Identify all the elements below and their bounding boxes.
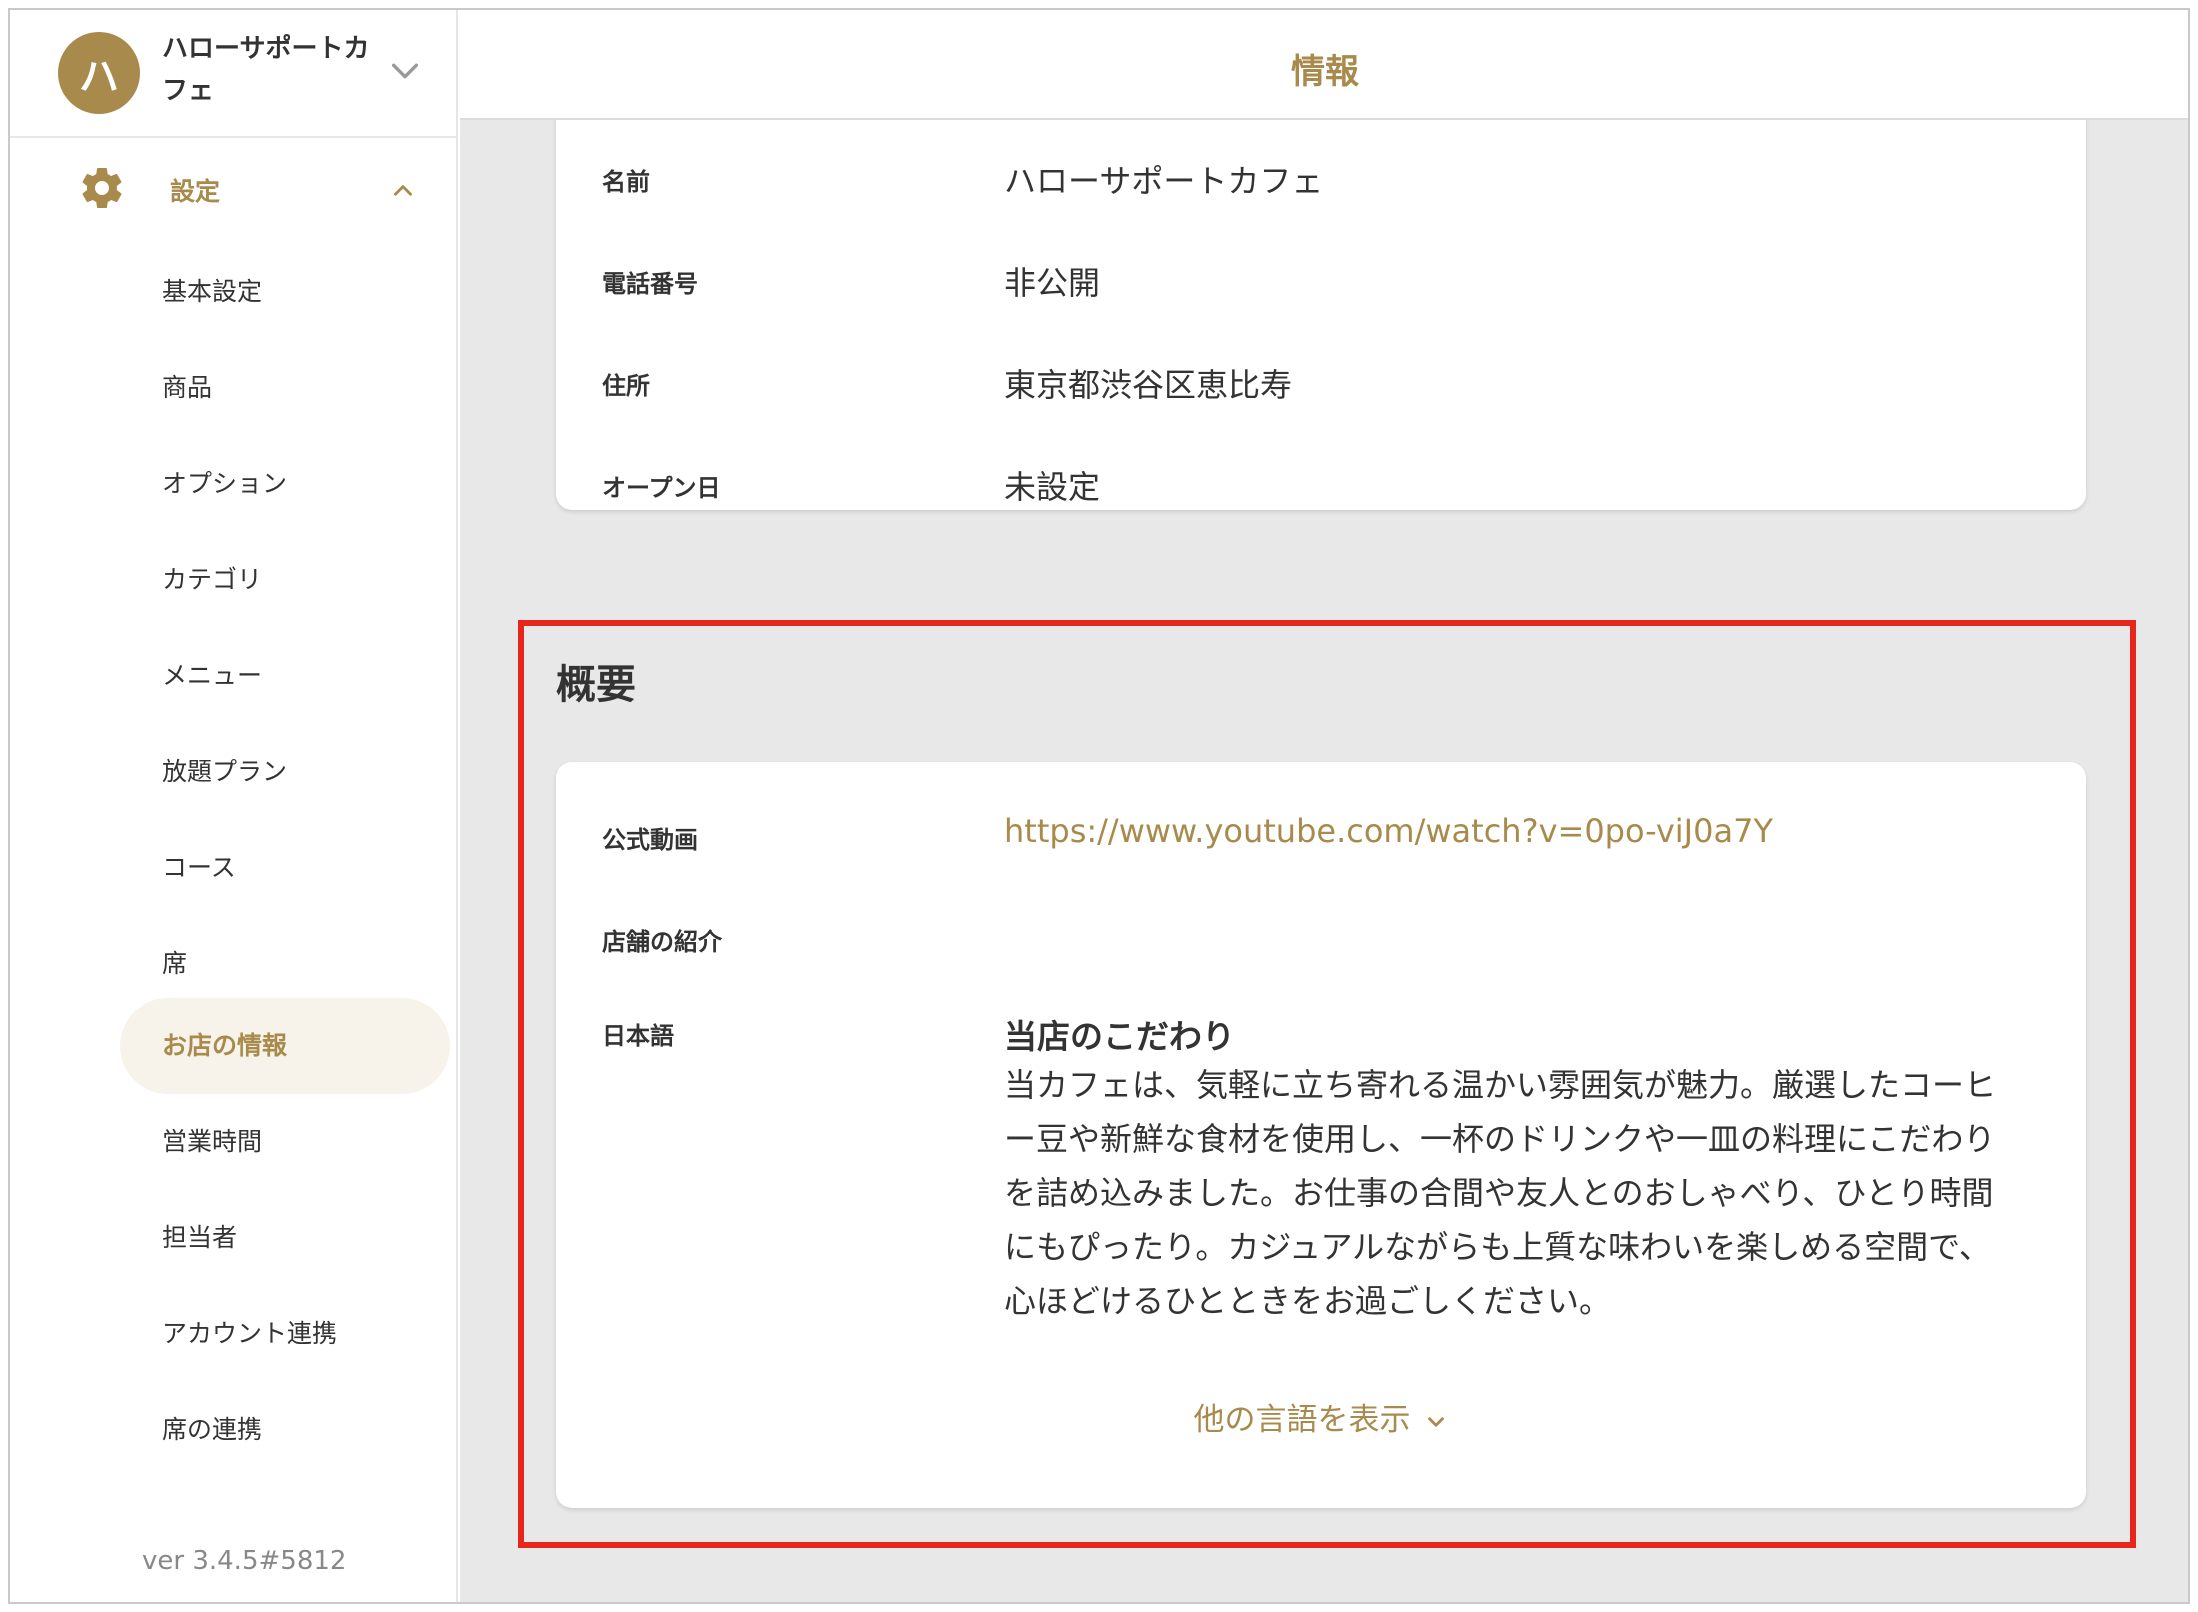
open-date-label: オープン日 [602, 474, 721, 502]
sidebar-item-all-you-can-plans[interactable]: 放題プラン [162, 752, 287, 792]
top-bar: 情報 [460, 10, 2188, 120]
gear-icon [82, 168, 122, 209]
phone-value: 非公開 [1004, 264, 1101, 302]
open-date-value: 未設定 [1004, 468, 1101, 506]
sidebar-item-store-info-label: お店の情報 [162, 1031, 288, 1060]
address-value: 東京都渋谷区恵比寿 [1004, 366, 1293, 404]
sidebar-item-basic-settings[interactable]: 基本設定 [162, 272, 262, 312]
chevron-down-icon[interactable] [388, 54, 422, 88]
name-label: 名前 [602, 168, 650, 196]
sidebar-item-business-hours[interactable]: 営業時間 [162, 1122, 262, 1162]
version-label: ver 3.4.5#5812 [142, 1546, 347, 1576]
sidebar-item-products[interactable]: 商品 [162, 368, 212, 408]
page-title: 情報 [1291, 52, 1359, 92]
basic-info-card: 名前 ハローサポートカフェ 電話番号 非公開 住所 東京都渋谷区恵比寿 オープン… [556, 90, 2086, 510]
store-name: ハローサポートカフェ [162, 34, 370, 106]
chevron-up-icon [394, 185, 412, 196]
highlight-box [518, 620, 2136, 1548]
name-value: ハローサポートカフェ [1004, 162, 1324, 200]
phone-label: 電話番号 [602, 270, 698, 298]
sidebar-item-seat-link[interactable]: 席の連携 [162, 1410, 262, 1450]
sidebar-item-staff[interactable]: 担当者 [162, 1218, 237, 1258]
sidebar-item-categories[interactable]: カテゴリ [162, 560, 262, 600]
store-avatar: ハ [58, 32, 140, 114]
settings-label: 設定 [170, 177, 221, 206]
store-switcher[interactable]: ハ ハローサポートカフェ [10, 10, 458, 138]
app-window: ハ ハローサポートカフェ 設定 基本設定 商品 オプション カテゴリ メニュー … [8, 8, 2190, 1604]
sidebar-item-options[interactable]: オプション [162, 464, 287, 504]
sidebar-item-account-link[interactable]: アカウント連携 [162, 1314, 337, 1354]
settings-group-toggle[interactable]: 設定 [10, 156, 458, 220]
sidebar: ハ ハローサポートカフェ 設定 基本設定 商品 オプション カテゴリ メニュー … [10, 10, 458, 1602]
sidebar-item-courses[interactable]: コース [162, 848, 236, 888]
sidebar-item-seats[interactable]: 席 [162, 944, 187, 984]
sidebar-item-menu[interactable]: メニュー [162, 656, 262, 696]
address-label: 住所 [602, 372, 650, 400]
